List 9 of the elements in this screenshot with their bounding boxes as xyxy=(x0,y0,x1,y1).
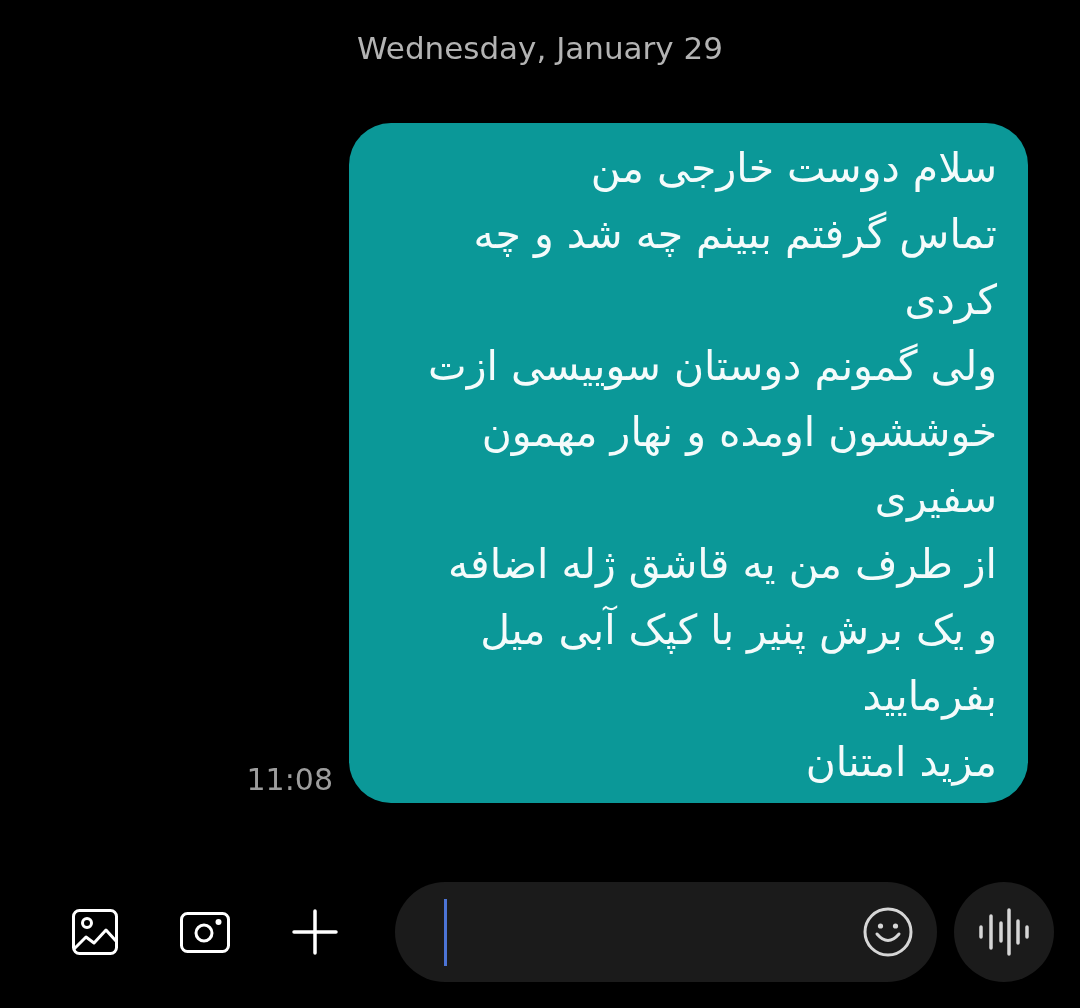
emoji-button[interactable] xyxy=(863,907,913,957)
image-icon xyxy=(72,909,118,955)
waveform-icon xyxy=(979,908,1029,956)
date-header: Wednesday, January 29 xyxy=(357,29,723,68)
message-time: 11:08 xyxy=(246,763,333,797)
plus-icon xyxy=(292,909,338,955)
smiley-icon xyxy=(863,907,913,957)
message-bubble: سلام دوست خارجی من تماس گرفتم ببینم چه شد و چه کردی ولی گمونم دوستان سوییسی ازت خوششون اومده و نهار مهمون سفیری از طرف من یه قاشق ژله اضافه و یک برش پنیر با کپک آبی میل بفرمایید مزید امتنان xyxy=(349,123,1028,803)
camera-icon xyxy=(180,911,230,953)
